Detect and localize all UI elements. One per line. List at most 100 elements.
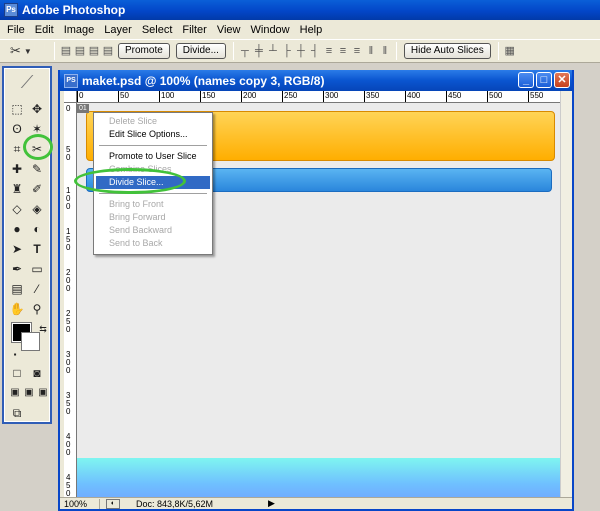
status-menu-arrow-icon[interactable]: ▶: [268, 498, 275, 509]
move-tool-icon[interactable]: ✥: [28, 100, 46, 118]
ruler-label: 550: [530, 91, 544, 100]
send-backward-icon[interactable]: ▤: [87, 44, 101, 58]
menu-item-delete-slice[interactable]: Delete Slice: [96, 115, 210, 128]
ruler-label: 350: [366, 91, 380, 100]
default-colors-icon[interactable]: ▪: [6, 346, 24, 364]
menu-image[interactable]: Image: [59, 24, 100, 36]
zoom-tool-icon[interactable]: ⚲: [28, 300, 46, 318]
maximize-button[interactable]: □: [536, 72, 552, 88]
ruler-label: 0: [79, 91, 84, 100]
jump-to-imageready-icon[interactable]: ⧉: [8, 404, 26, 422]
lasso-tool-icon[interactable]: ʘ: [8, 120, 26, 138]
ruler-label: 500: [489, 91, 503, 100]
menu-item-send-to-back[interactable]: Send to Back: [96, 237, 210, 250]
ruler-label: 200: [243, 91, 257, 100]
menu-layer[interactable]: Layer: [99, 24, 137, 36]
pen-tool-icon[interactable]: ✒: [8, 260, 26, 278]
cyan-footer-slice[interactable]: [77, 458, 562, 501]
separator: [232, 42, 234, 60]
menu-help[interactable]: Help: [295, 24, 328, 36]
notes-tool-icon[interactable]: ▤: [8, 280, 26, 298]
menu-item-bring-to-front[interactable]: Bring to Front: [96, 198, 210, 211]
app-title-bar: Ps Adobe Photoshop: [0, 0, 600, 20]
align-right-icon[interactable]: ┤: [308, 44, 322, 58]
distribute-left-icon[interactable]: ‖: [364, 44, 378, 58]
history-brush-tool-icon[interactable]: ✐: [28, 180, 46, 198]
brush-tool-icon[interactable]: ✎: [28, 160, 46, 178]
align-vcenter-icon[interactable]: ╪: [252, 44, 266, 58]
menu-select[interactable]: Select: [137, 24, 178, 36]
quick-mask-mode-icon[interactable]: ◙: [28, 364, 46, 382]
dropdown-arrow-icon: ▼: [23, 46, 32, 56]
ruler-label: 450: [448, 91, 462, 100]
align-hcenter-icon[interactable]: ┼: [294, 44, 308, 58]
menu-view[interactable]: View: [212, 24, 246, 36]
zoom-level[interactable]: 100%: [64, 498, 100, 509]
document-size: Doc: 843,8K/5,62M: [136, 498, 214, 509]
close-button[interactable]: ✕: [554, 72, 570, 88]
menu-file[interactable]: File: [2, 24, 30, 36]
dodge-tool-icon[interactable]: ◐: [28, 220, 46, 238]
marquee-tool-icon[interactable]: ⬚: [8, 100, 26, 118]
ruler-label: 2 5 0: [66, 309, 71, 334]
divide-button[interactable]: Divide...: [175, 43, 226, 59]
ruler-label: 5 0: [66, 145, 71, 162]
paint-bucket-tool-icon[interactable]: ◈: [28, 200, 46, 218]
highlight-ring-divide-slice: [74, 168, 186, 194]
blur-tool-icon[interactable]: ●: [8, 220, 26, 238]
type-tool-icon[interactable]: T: [28, 240, 46, 258]
ruler-origin[interactable]: [64, 91, 77, 103]
align-left-icon[interactable]: ├: [280, 44, 294, 58]
imageready-icon[interactable]: ◐: [106, 498, 120, 509]
horizontal-ruler[interactable]: 0 50 100 150 200 250 300 350 400 450 500…: [77, 91, 572, 103]
hide-auto-slices-button[interactable]: Hide Auto Slices: [403, 43, 491, 59]
slice-number-badge: 01: [77, 104, 89, 113]
menu-edit[interactable]: Edit: [30, 24, 59, 36]
standard-mode-icon[interactable]: □: [8, 364, 26, 382]
vertical-scrollbar[interactable]: [560, 91, 572, 501]
ruler-label: 3 0 0: [66, 350, 71, 375]
screen-mode-full-icon[interactable]: ▣: [34, 384, 52, 402]
promote-button[interactable]: Promote: [118, 43, 170, 59]
toolbox: ⟋ ⬚ ✥ ʘ ✶ ⌗ ✂ ✚ ✎ ♜ ✐ ◇ ◈ ● ◐ ➤ T ✒ ▭ ▤ …: [2, 66, 52, 424]
ruler-tick: [159, 91, 160, 102]
distribute-center-icon[interactable]: ≡: [336, 44, 350, 58]
eraser-tool-icon[interactable]: ◇: [8, 200, 26, 218]
clone-stamp-tool-icon[interactable]: ♜: [8, 180, 26, 198]
swap-colors-icon[interactable]: ⇆: [34, 320, 52, 338]
ruler-label: 2 0 0: [66, 268, 71, 293]
ruler-label: 4 5 0: [66, 473, 71, 498]
eyedropper-tool-icon[interactable]: ⁄: [28, 280, 46, 298]
tool-preset-picker[interactable]: ✂ ▼: [4, 41, 50, 61]
align-top-icon[interactable]: ┬: [238, 44, 252, 58]
vertical-ruler[interactable]: 0 5 0 1 0 0 1 5 0 2 0 0 2 5 0 3 0 0 3 5 …: [64, 103, 77, 500]
menu-separator: [99, 145, 207, 146]
shape-tool-icon[interactable]: ▭: [28, 260, 46, 278]
minimize-button[interactable]: _: [518, 72, 534, 88]
distribute-right-icon[interactable]: ‖: [378, 44, 392, 58]
hand-tool-icon[interactable]: ✋: [8, 300, 26, 318]
menu-item-bring-forward[interactable]: Bring Forward: [96, 211, 210, 224]
distribute-bottom-icon[interactable]: ≡: [350, 44, 364, 58]
ruler-tick: [118, 91, 119, 102]
distribute-top-icon[interactable]: ≡: [322, 44, 336, 58]
bring-forward-icon[interactable]: ▤: [73, 44, 87, 58]
slice-options-icon[interactable]: ▦: [503, 44, 517, 58]
menu-item-edit-slice-options[interactable]: Edit Slice Options...: [96, 128, 210, 141]
ruler-label: 3 5 0: [66, 391, 71, 416]
menu-window[interactable]: Window: [246, 24, 295, 36]
send-to-back-icon[interactable]: ▤: [101, 44, 115, 58]
healing-brush-tool-icon[interactable]: ✚: [8, 160, 26, 178]
separator: [54, 42, 55, 60]
align-bottom-icon[interactable]: ┴: [266, 44, 280, 58]
separator: [395, 42, 397, 60]
bring-to-front-icon[interactable]: ▤: [59, 44, 73, 58]
menu-item-send-backward[interactable]: Send Backward: [96, 224, 210, 237]
ruler-tick: [241, 91, 242, 102]
highlight-ring-slice-tool: [23, 134, 53, 160]
path-selection-tool-icon[interactable]: ➤: [8, 240, 26, 258]
ruler-label: 300: [325, 91, 339, 100]
menu-filter[interactable]: Filter: [177, 24, 211, 36]
menu-item-promote-to-user-slice[interactable]: Promote to User Slice: [96, 150, 210, 163]
document-title-bar[interactable]: PS maket.psd @ 100% (names copy 3, RGB/8…: [60, 70, 572, 91]
